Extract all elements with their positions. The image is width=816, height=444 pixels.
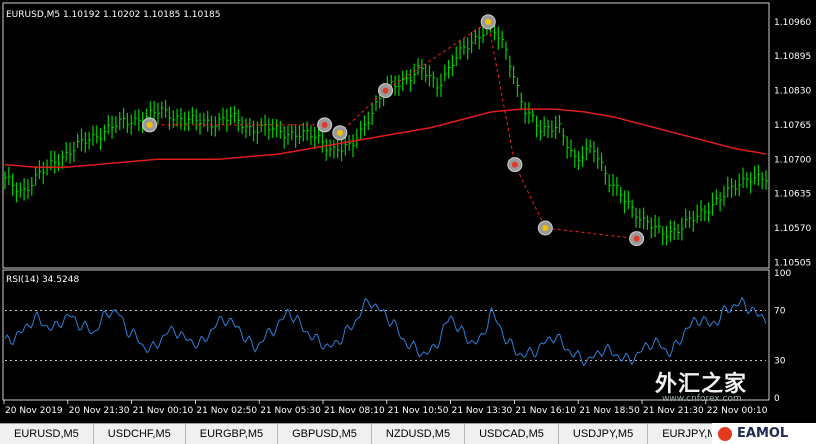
time-tick-label: 21 Nov 10:50 [388, 406, 449, 416]
time-tick-label: 21 Nov 18:50 [579, 406, 640, 416]
tab-eurusd[interactable]: EURUSD,M5 [0, 424, 94, 444]
tab-usdcad[interactable]: USDCAD,M5 [465, 424, 559, 444]
time-tick-label: 21 Nov 00:10 [133, 406, 194, 416]
time-tick-label: 21 Nov 05:30 [260, 406, 321, 416]
brand-logo: EAMOL [712, 423, 816, 444]
price-tick-label: 1.10505 [774, 258, 811, 268]
time-tick-label: 22 Nov 00:10 [707, 406, 768, 416]
signal-marker-dot [542, 225, 549, 231]
rsi-tick-label: 70 [774, 307, 786, 317]
price-tick-label: 1.10895 [774, 52, 811, 62]
rsi-tick-label: 0 [774, 394, 780, 404]
time-tick-label: 20 Nov 21:30 [69, 406, 130, 416]
symbol-tab-bar: EURUSD,M5 USDCHF,M5 EURGBP,M5 GBPUSD,M5 … [0, 423, 816, 444]
brand-text: EAMOL [737, 426, 789, 441]
tab-gbpusd[interactable]: GBPUSD,M5 [278, 424, 372, 444]
main-price-layer [4, 14, 768, 247]
rsi-layer [4, 296, 767, 367]
brand-icon [718, 426, 732, 441]
price-tick-label: 1.10960 [774, 18, 811, 28]
rsi-title: RSI(14) 34.5248 [6, 275, 79, 285]
tab-usdchf[interactable]: USDCHF,M5 [94, 424, 186, 444]
time-tick-label: 21 Nov 13:30 [452, 406, 513, 416]
signal-marker-dot [321, 121, 328, 128]
price-tick-label: 1.10765 [774, 121, 811, 131]
rsi-tick-label: 30 [774, 357, 786, 367]
signal-marker-dot [511, 161, 518, 168]
signal-marker-dot [485, 18, 492, 25]
rsi-tick-label: 100 [774, 269, 791, 279]
time-tick-label: 21 Nov 16:10 [515, 406, 576, 416]
watermark-url: www.cnforex.com [662, 394, 742, 404]
price-tick-label: 1.10570 [774, 224, 811, 234]
signal-marker-dot [146, 121, 153, 128]
price-tick-label: 1.10700 [774, 155, 811, 165]
time-tick-label: 21 Nov 02:50 [196, 406, 257, 416]
time-tick-label: 21 Nov 08:10 [324, 406, 385, 416]
time-tick-label: 20 Nov 2019 [5, 406, 63, 416]
signal-marker-dot [382, 87, 389, 94]
time-tick-label: 21 Nov 21:30 [643, 406, 704, 416]
tab-usdjpy[interactable]: USDJPY,M5 [559, 424, 649, 444]
price-tick-label: 1.10830 [774, 87, 811, 97]
main-chart-title: EURUSD,M5 1.10192 1.10202 1.10185 1.1018… [6, 10, 220, 20]
rsi-line [4, 296, 767, 367]
signal-marker-dot [336, 129, 343, 136]
axis-labels: 1.10960 1.10895 1.10830 1.10765 1.10700 1.106… [3, 18, 811, 416]
tab-nzdusd[interactable]: NZDUSD,M5 [372, 424, 466, 444]
tab-eurgbp[interactable]: EURGBP,M5 [186, 424, 279, 444]
price-tick-label: 1.10635 [774, 190, 811, 200]
signal-marker-dot [633, 235, 640, 242]
